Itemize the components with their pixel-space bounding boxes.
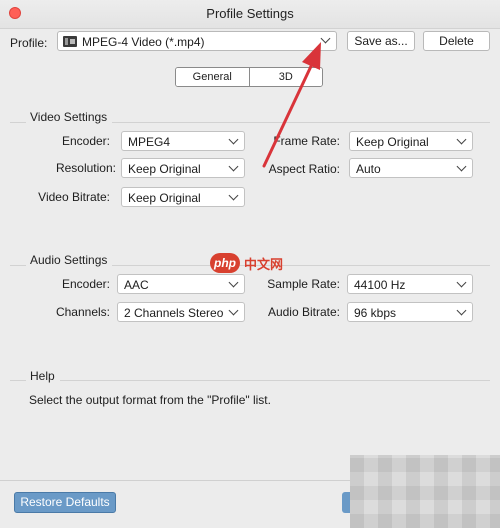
video-section-divider-right (112, 122, 490, 123)
chevron-down-icon (456, 305, 467, 316)
video-bitrate-value: Keep Original (128, 191, 201, 205)
aspect-ratio-label: Aspect Ratio: (268, 162, 340, 176)
video-bitrate-label: Video Bitrate: (38, 190, 110, 204)
watermark: php 中文网 (210, 253, 295, 273)
video-encoder-value: MPEG4 (128, 135, 171, 149)
channels-select[interactable]: 2 Channels Stereo (117, 302, 245, 322)
video-format-icon (63, 36, 77, 47)
audio-bitrate-value: 96 kbps (354, 306, 397, 320)
chevron-down-icon (456, 134, 467, 145)
tab-3d[interactable]: 3D (249, 68, 322, 86)
chevron-down-icon (320, 33, 331, 44)
audio-bitrate-select[interactable]: 96 kbps (347, 302, 473, 322)
resolution-value: Keep Original (128, 162, 201, 176)
sample-rate-value: 44100 Hz (354, 278, 406, 292)
audio-section-divider-right (112, 265, 490, 266)
chevron-down-icon (228, 277, 239, 288)
resolution-select[interactable]: Keep Original (121, 158, 245, 178)
audio-encoder-select[interactable]: AAC (117, 274, 245, 294)
video-settings-title: Video Settings (30, 110, 108, 124)
profile-select[interactable]: MPEG-4 Video (*.mp4) (57, 31, 337, 51)
chevron-down-icon (228, 305, 239, 316)
frame-rate-select[interactable]: Keep Original (349, 131, 473, 151)
audio-encoder-value: AAC (124, 278, 149, 292)
help-section-divider (10, 380, 26, 381)
tab-general[interactable]: General (176, 68, 250, 86)
help-text: Select the output format from the "Profi… (29, 393, 271, 407)
aspect-ratio-value: Auto (356, 162, 381, 176)
video-bitrate-select[interactable]: Keep Original (121, 187, 245, 207)
chevron-down-icon (456, 277, 467, 288)
channels-value: 2 Channels Stereo (124, 306, 224, 320)
frame-rate-label: Frame Rate: (273, 134, 340, 148)
title-bar: Profile Settings (0, 0, 500, 29)
sample-rate-label: Sample Rate: (267, 277, 340, 291)
chevron-down-icon (228, 161, 239, 172)
chevron-down-icon (456, 161, 467, 172)
pixelated-overlay (350, 455, 500, 528)
aspect-ratio-select[interactable]: Auto (349, 158, 473, 178)
profile-row: Profile: MPEG-4 Video (*.mp4) Save as...… (0, 30, 500, 56)
frame-rate-value: Keep Original (356, 135, 429, 149)
delete-button[interactable]: Delete (423, 31, 490, 51)
restore-defaults-button[interactable]: Restore Defaults (14, 492, 116, 513)
tab-bar: General 3D (175, 67, 323, 87)
resolution-label: Resolution: (55, 161, 116, 175)
help-title: Help (30, 369, 55, 383)
profile-value: MPEG-4 Video (*.mp4) (82, 35, 205, 49)
window-title: Profile Settings (206, 6, 294, 21)
watermark-text: 中文网 (244, 257, 284, 272)
watermark-logo: php (210, 253, 240, 273)
save-as-button[interactable]: Save as... (347, 31, 415, 51)
video-section-divider (10, 122, 26, 123)
chevron-down-icon (228, 134, 239, 145)
chevron-down-icon (228, 190, 239, 201)
audio-settings-title: Audio Settings (30, 253, 108, 267)
help-section-divider-right (60, 380, 490, 381)
audio-encoder-label: Encoder: (61, 277, 110, 291)
video-encoder-label: Encoder: (61, 134, 110, 148)
sample-rate-select[interactable]: 44100 Hz (347, 274, 473, 294)
profile-label: Profile: (10, 36, 48, 50)
audio-bitrate-label: Audio Bitrate: (267, 305, 340, 319)
audio-section-divider (10, 265, 26, 266)
video-encoder-select[interactable]: MPEG4 (121, 131, 245, 151)
channels-label: Channels: (55, 305, 110, 319)
